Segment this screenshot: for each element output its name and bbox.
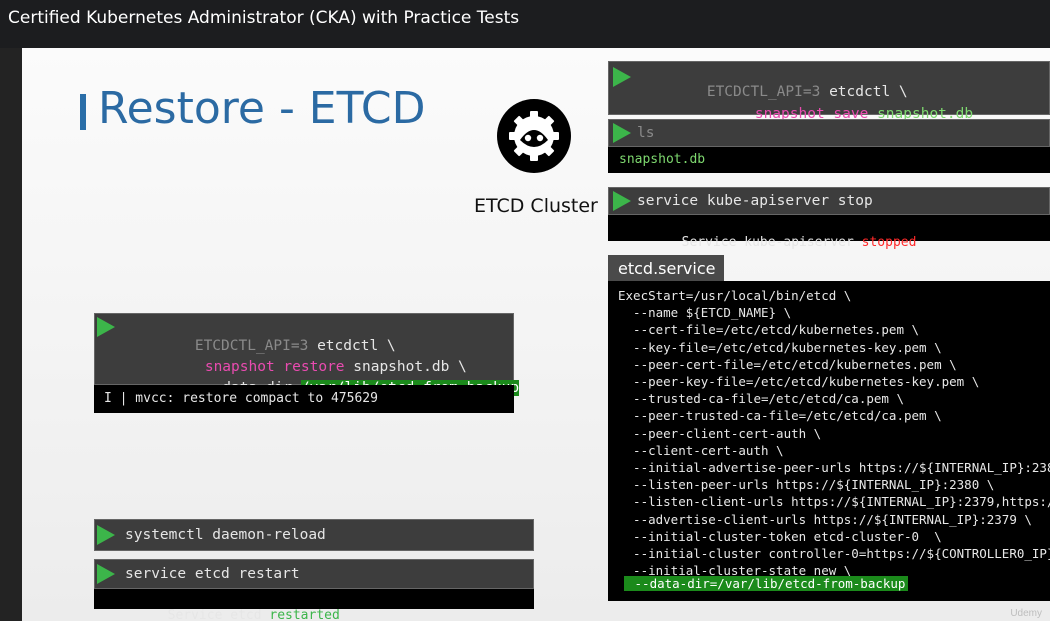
play-icon — [613, 191, 631, 211]
snapshot-save-command: ETCDCTL_API=3 etcdctl \ snapshot save sn… — [608, 61, 1050, 122]
etcd-service-line: --name ${ETCD_NAME} \ — [618, 305, 792, 321]
left-strip — [0, 48, 22, 621]
status-stopped: stopped — [861, 235, 917, 250]
ls-output-text: snapshot.db — [619, 152, 706, 167]
snapshot-restore-command: ETCDCTL_API=3 etcdctl \ snapshot restore… — [94, 313, 520, 396]
daemon-reload-cmd: systemctl daemon-reload — [125, 527, 326, 543]
apiserver-stop-command: service kube-apiserver stop — [608, 187, 1050, 215]
etcd-service-line: --peer-key-file=/etc/etcd/kubernetes-key… — [618, 374, 980, 389]
title-accent-bar — [80, 94, 86, 130]
etcd-logo-icon — [497, 99, 571, 173]
ls-cmd: ls — [637, 125, 655, 141]
status-restarted: restarted — [269, 608, 340, 621]
etcd-service-line: --peer-client-cert-auth \ — [618, 425, 822, 441]
etcd-service-line: --cert-file=/etc/etcd/kubernetes.pem \ — [618, 322, 920, 338]
video-player[interactable]: Restore - ETCD ETCD Cluster ETCDCTL_API=… — [0, 48, 1050, 621]
apiserver-stop-output: Service kube-apiserver stopped — [608, 215, 1050, 250]
etcd-service-tab: etcd.service — [608, 255, 724, 281]
restore-output: I | mvcc: restore compact to 475629 — [94, 385, 514, 413]
slide-title: Restore - ETCD — [98, 83, 426, 134]
etcd-restart-command: service etcd restart — [94, 559, 534, 589]
service-text: Service etcd — [167, 608, 270, 621]
play-icon — [97, 525, 115, 545]
etcd-cluster-label: ETCD Cluster — [474, 195, 598, 217]
course-title: Certified Kubernetes Administrator (CKA)… — [8, 8, 520, 28]
etcd-service-line: --listen-client-urls https://${INTERNAL_… — [633, 494, 1050, 510]
play-icon — [97, 564, 115, 584]
etcd-service-line: --listen-peer-urls https://${INTERNAL_IP… — [618, 477, 995, 493]
etcd-service-line: --initial-cluster-token etcd-cluster-0 \ — [618, 528, 942, 544]
play-icon — [613, 123, 631, 143]
restore-output-text: I | mvcc: restore compact to 475629 — [104, 391, 378, 406]
course-header: Certified Kubernetes Administrator (CKA)… — [0, 0, 1050, 48]
data-dir-highlight: --data-dir=/var/lib/etcd-from-backup — [624, 576, 909, 591]
udemy-watermark: Udemy — [1010, 608, 1042, 619]
daemon-reload-command: systemctl daemon-reload — [94, 519, 534, 551]
etcd-service-file: ExecStart=/usr/local/bin/etcd \ --name $… — [608, 281, 1050, 601]
etcd-service-line: --initial-cluster controller-0=https://$… — [633, 546, 1050, 561]
etcd-restart-output: Service etcd restarted — [94, 589, 534, 621]
etcd-service-line: --advertise-client-urls https://${INTERN… — [618, 511, 1032, 527]
etcd-service-line: --key-file=/etc/etcd/kubernetes-key.pem … — [618, 339, 942, 355]
play-icon — [613, 67, 631, 87]
ls-command: ls — [608, 119, 1050, 147]
service-text: Service kube-apiserver — [681, 235, 862, 250]
apiserver-stop-cmd: service kube-apiserver stop — [637, 193, 873, 209]
etcd-service-line: --peer-trusted-ca-file=/etc/etcd/ca.pem … — [618, 408, 942, 424]
etcd-restart-cmd: service etcd restart — [125, 566, 300, 582]
etcd-service-line: --initial-advertise-peer-urls https://${… — [618, 460, 1050, 475]
ls-output: snapshot.db — [608, 147, 1050, 173]
etcd-service-line: --client-cert-auth \ — [618, 442, 784, 458]
play-icon — [97, 317, 115, 337]
etcd-service-line: ExecStart=/usr/local/bin/etcd \ — [618, 288, 852, 303]
etcd-service-line: --trusted-ca-file=/etc/etcd/ca.pem \ — [618, 391, 904, 407]
etcd-service-line: --peer-cert-file=/etc/etcd/kubernetes.pe… — [618, 356, 957, 372]
slide: Restore - ETCD ETCD Cluster ETCDCTL_API=… — [22, 48, 1050, 621]
